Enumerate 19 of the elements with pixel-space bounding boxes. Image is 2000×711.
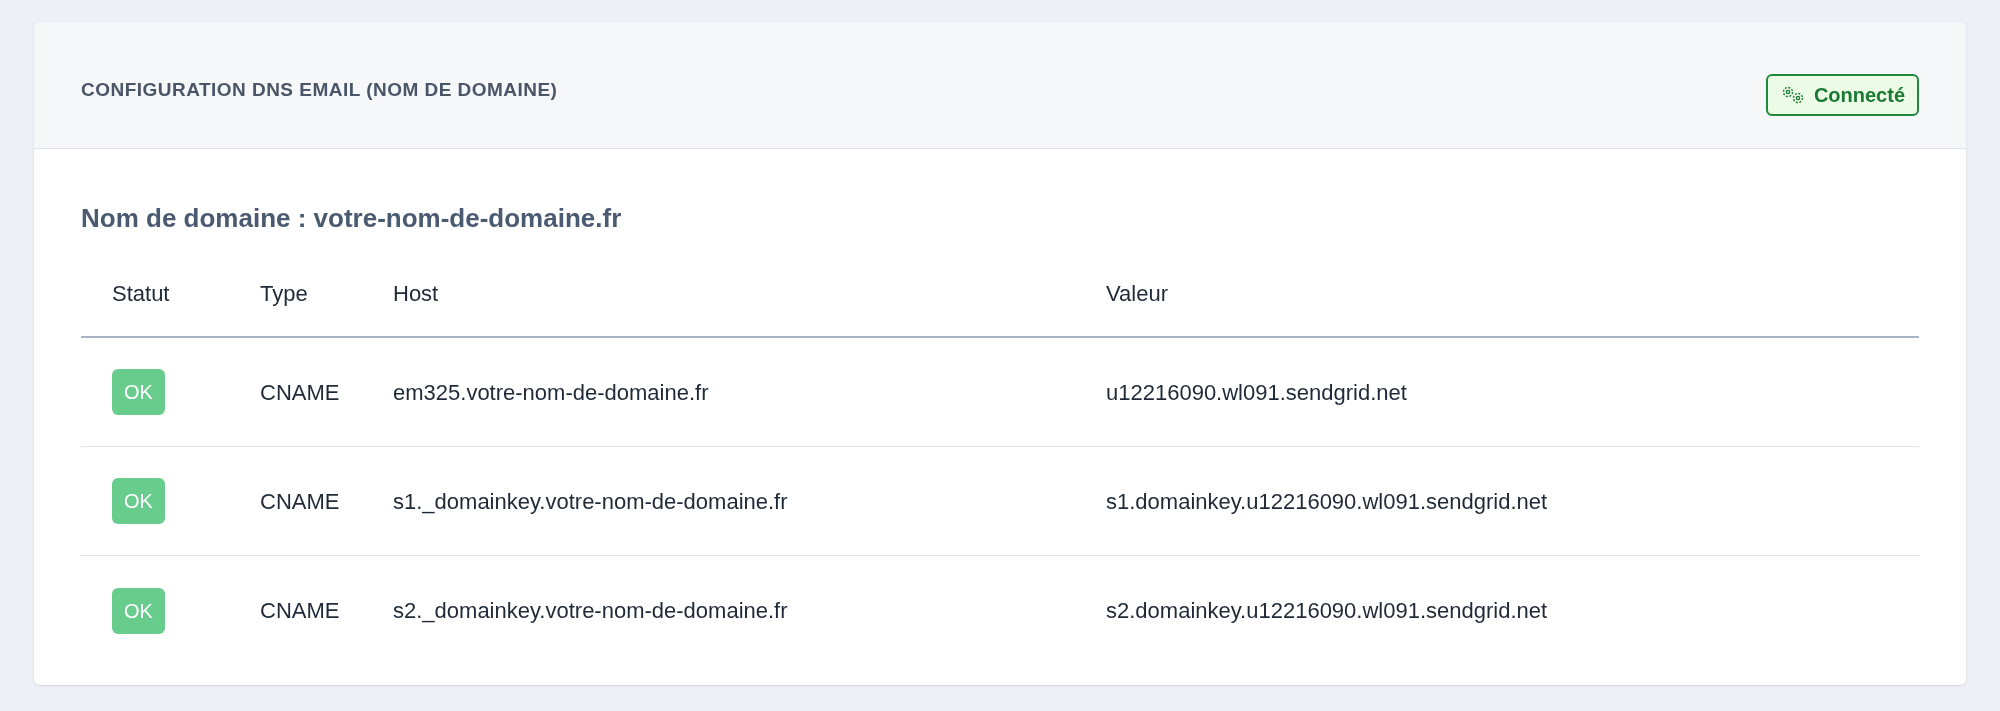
status-badge: OK (112, 369, 165, 415)
status-badge: OK (112, 587, 165, 634)
table-cell-text: s1._domainkey.votre-nom-de-domaine.fr (393, 487, 789, 516)
card-title: CONFIGURATION DNS EMAIL (NOM DE DOMAINE) (81, 78, 558, 102)
table-cell-text: s2.domainkey.u12216090.wl091.sendgrid.net (1106, 597, 1549, 625)
column-header: Type (260, 279, 309, 308)
table-cell-text: CNAME (260, 378, 341, 407)
column-header: Valeur (1106, 279, 1169, 308)
table-cell-text: em325.votre-nom-de-domaine.fr (393, 378, 710, 407)
column-header: Statut (112, 279, 171, 308)
table-cell-text: CNAME (260, 597, 341, 625)
table-cell-text: s1.domainkey.u12216090.wl091.sendgrid.net (1106, 487, 1549, 516)
table-cell-text: s2._domainkey.votre-nom-de-domaine.fr (393, 597, 789, 625)
domain-heading: Nom de domaine : votre-nom-de-domaine.fr (81, 202, 623, 235)
table-cell-text: u12216090.wl091.sendgrid.net (1106, 378, 1408, 407)
status-badge: OK (112, 478, 165, 524)
status-badge: Connecté (1765, 74, 1919, 116)
column-header: Host (393, 279, 440, 308)
table-cell-text: CNAME (260, 487, 341, 516)
